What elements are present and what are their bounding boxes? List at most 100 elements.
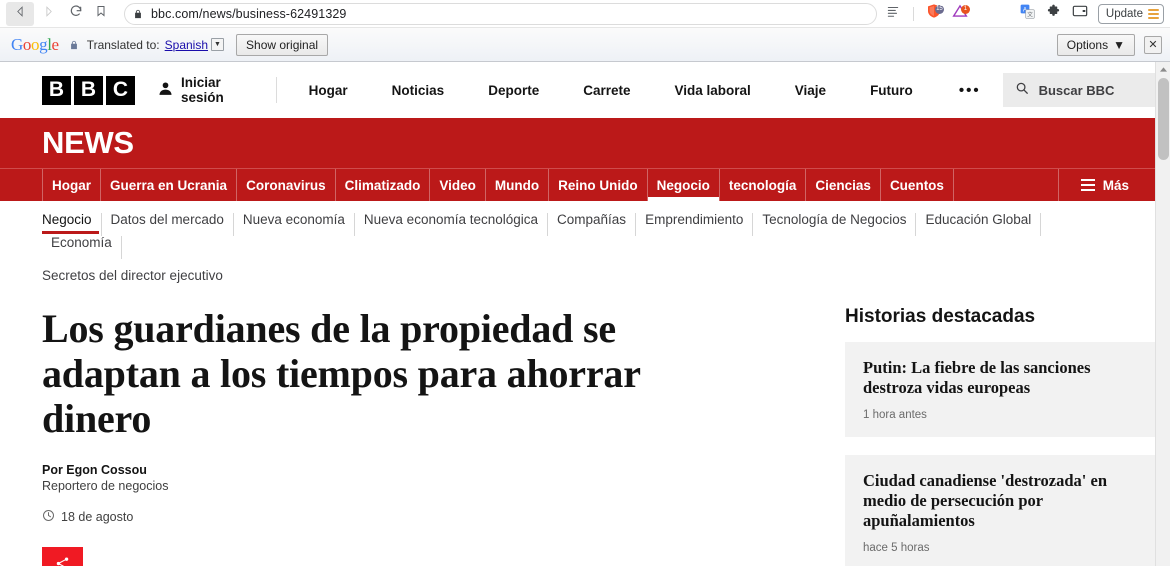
- update-button[interactable]: Update: [1097, 3, 1164, 24]
- masthead-nav: Hogar Noticias Deporte Carrete Vida labo…: [287, 82, 999, 99]
- browser-toolbar: bbc.com/news/business-62491329 15 1 A 文 …: [0, 0, 1170, 28]
- subnav-item-companias[interactable]: Compañías: [548, 212, 637, 236]
- news-more-button[interactable]: Más: [1057, 169, 1155, 201]
- toolbar-divider: [912, 6, 914, 21]
- bbc-logo[interactable]: B B C: [42, 75, 135, 105]
- hamburger-menu-icon: [1080, 179, 1095, 191]
- masthead-nav-item-noticias[interactable]: Noticias: [370, 83, 467, 98]
- page-viewport: B B C Iniciar sesión Hogar Noticias Depo…: [0, 62, 1170, 566]
- news-nav-item-negocio[interactable]: Negocio: [647, 169, 720, 202]
- news-banner: NEWS: [0, 118, 1155, 168]
- subnav-item-educacion-global[interactable]: Educación Global: [916, 212, 1042, 236]
- brave-rewards-button[interactable]: 1: [948, 2, 972, 26]
- bookmark-button[interactable]: [90, 4, 112, 23]
- forward-arrow-icon: [42, 5, 55, 23]
- url-text: bbc.com/news/business-62491329: [151, 6, 347, 21]
- news-nav-item-cuentos[interactable]: Cuentos: [881, 169, 954, 201]
- news-wordmark[interactable]: NEWS: [42, 125, 134, 161]
- masthead-divider: [275, 77, 277, 103]
- toolbar-icons: 15 1: [881, 2, 972, 26]
- address-bar[interactable]: bbc.com/news/business-62491329: [124, 2, 877, 25]
- hamburger-menu-icon[interactable]: [1148, 8, 1159, 19]
- scroll-up-arrow-icon[interactable]: [1156, 62, 1170, 77]
- list-item[interactable]: Ciudad canadiense 'destrozada' en medio …: [845, 454, 1155, 566]
- subnav-item-economia[interactable]: Economía: [42, 235, 122, 259]
- google-translate-bar: Google Translated to: Spanish ▼ Show ori…: [0, 28, 1170, 62]
- close-translate-bar-button[interactable]: ✕: [1144, 35, 1162, 54]
- subnav-item-tecnologia-de-negocios[interactable]: Tecnología de Negocios: [753, 212, 917, 236]
- list-item[interactable]: Putin: La fiebre de las sanciones destro…: [845, 341, 1155, 437]
- lock-icon: [69, 39, 79, 51]
- sign-in-button[interactable]: Iniciar sesión: [157, 75, 251, 105]
- masthead-nav-item-vida-laboral[interactable]: Vida laboral: [653, 83, 773, 98]
- news-nav-item-ciencias[interactable]: Ciencias: [806, 169, 881, 201]
- featured-stories-sidebar: Historias destacadas Putin: La fiebre de…: [845, 306, 1155, 566]
- brave-shields-button[interactable]: 15: [922, 2, 946, 26]
- person-avatar-icon: [157, 80, 174, 100]
- google-translate-icon: A文: [1020, 4, 1036, 24]
- news-nav-item-guerra-en-ucrania[interactable]: Guerra en Ucrania: [101, 169, 238, 201]
- back-button[interactable]: [6, 1, 34, 26]
- news-nav-item-climatizado[interactable]: Climatizado: [336, 169, 431, 201]
- toolbar-extension-icons: A文 Update: [1016, 2, 1164, 26]
- masthead-more-icon[interactable]: •••: [935, 82, 999, 99]
- update-label: Update: [1105, 7, 1143, 20]
- story-timestamp: hace 5 horas: [863, 542, 930, 555]
- show-original-button[interactable]: Show original: [236, 33, 329, 56]
- bbc-masthead: B B C Iniciar sesión Hogar Noticias Depo…: [0, 62, 1155, 118]
- google-translate-button[interactable]: A文: [1016, 2, 1040, 26]
- clock-icon: [42, 509, 55, 525]
- options-label: Options: [1066, 37, 1109, 52]
- target-language-link[interactable]: Spanish: [165, 38, 208, 52]
- reload-button[interactable]: [62, 2, 90, 26]
- masthead-nav-item-deporte[interactable]: Deporte: [466, 83, 561, 98]
- subnav-item-negocio[interactable]: Negocio: [42, 212, 102, 236]
- bbc-page: B B C Iniciar sesión Hogar Noticias Depo…: [0, 62, 1155, 566]
- news-nav-item-reino-unido[interactable]: Reino Unido: [549, 169, 648, 201]
- lock-icon: [133, 8, 143, 20]
- back-arrow-icon: [14, 5, 27, 23]
- publish-date: 18 de agosto: [61, 510, 134, 525]
- translate-options-button[interactable]: Options ▼: [1056, 33, 1135, 56]
- forward-button[interactable]: [34, 2, 62, 26]
- news-nav-item-mundo[interactable]: Mundo: [486, 169, 550, 201]
- news-nav-item-tecnologia[interactable]: tecnología: [720, 169, 807, 201]
- news-nav-item-hogar[interactable]: Hogar: [42, 169, 102, 201]
- news-nav: Hogar Guerra en Ucrania Coronavirus Clim…: [0, 168, 1155, 202]
- brave-rewards-badge: 1: [960, 4, 970, 14]
- share-button[interactable]: [42, 547, 83, 566]
- bbc-search-label: Buscar BBC: [1038, 82, 1115, 98]
- reading-list-button[interactable]: [881, 2, 905, 26]
- sign-in-label: Iniciar sesión: [181, 75, 224, 105]
- news-nav-item-video[interactable]: Video: [430, 169, 486, 201]
- extensions-button[interactable]: [1042, 2, 1066, 26]
- puzzle-extensions-icon: [1046, 4, 1061, 24]
- news-more-label: Más: [1102, 177, 1129, 193]
- chevron-down-icon[interactable]: ▼: [211, 38, 225, 51]
- article-column: Los guardianes de la propiedad se adapta…: [0, 306, 800, 566]
- news-nav-item-coronavirus[interactable]: Coronavirus: [237, 169, 336, 201]
- masthead-nav-item-carrete[interactable]: Carrete: [561, 83, 652, 98]
- reload-icon: [69, 4, 83, 23]
- chevron-down-icon: ▼: [1113, 37, 1125, 52]
- scrollbar-thumb[interactable]: [1158, 78, 1169, 160]
- subnav-item-secretos-del-director-ejecutivo[interactable]: Secretos del director ejecutivo: [42, 259, 232, 284]
- subnav-item-nueva-economia[interactable]: Nueva economía: [234, 212, 355, 236]
- masthead-nav-item-futuro[interactable]: Futuro: [848, 83, 935, 98]
- translated-to-label: Translated to:: [86, 37, 160, 52]
- dateline: 18 de agosto: [42, 509, 800, 525]
- page-scrollbar[interactable]: [1155, 62, 1170, 566]
- news-nav-items: Hogar Guerra en Ucrania Coronavirus Clim…: [42, 169, 954, 202]
- subnav-item-emprendimiento[interactable]: Emprendimiento: [636, 212, 754, 236]
- subnav-item-datos-del-mercado[interactable]: Datos del mercado: [102, 212, 234, 236]
- bookmark-icon: [95, 4, 107, 23]
- subnav-item-nueva-economia-tecnologica[interactable]: Nueva economía tecnológica: [355, 212, 549, 236]
- bbc-search-box[interactable]: Buscar BBC: [1002, 73, 1155, 107]
- page-title: Los guardianes de la propiedad se adapta…: [42, 305, 641, 441]
- wallet-button[interactable]: [1068, 2, 1092, 26]
- bbc-logo-letter: B: [74, 75, 103, 105]
- masthead-nav-item-viaje[interactable]: Viaje: [773, 83, 848, 98]
- brave-shields-badge: 15: [934, 4, 944, 14]
- masthead-nav-item-hogar[interactable]: Hogar: [287, 83, 370, 98]
- bbc-logo-letter: C: [106, 75, 135, 105]
